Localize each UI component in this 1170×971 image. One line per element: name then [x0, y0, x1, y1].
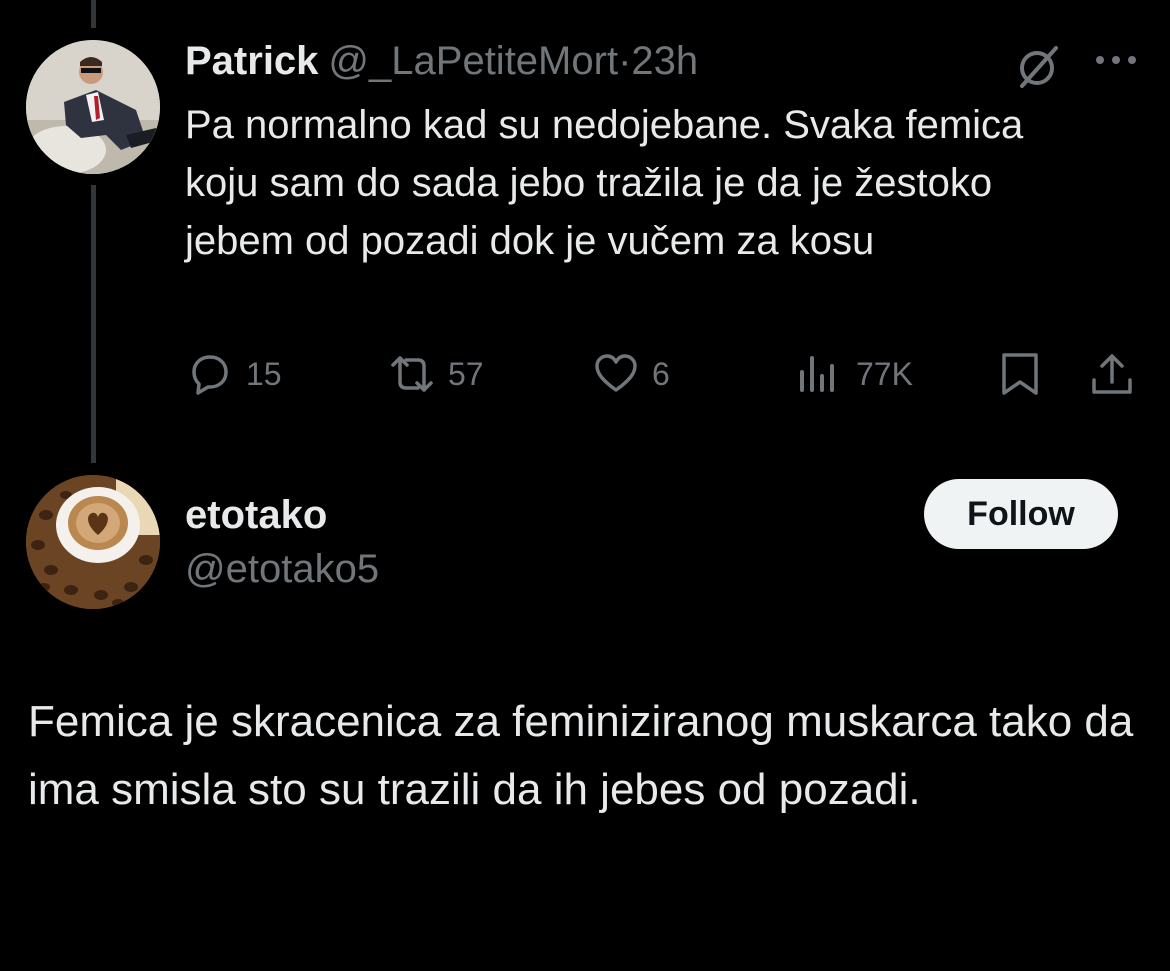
share-icon — [1092, 354, 1132, 394]
views-button[interactable]: 77K — [796, 346, 913, 402]
reply-author-handle[interactable]: @etotako5 — [185, 546, 379, 592]
views-icon — [800, 356, 834, 392]
view-count: 77K — [856, 355, 913, 392]
avatar[interactable] — [26, 40, 160, 174]
follow-button[interactable]: Follow — [924, 479, 1118, 549]
retweet-icon — [391, 356, 433, 392]
tweet-text: Pa normalno kad su nedojebane. Svaka fem… — [185, 103, 1024, 263]
bookmark-button[interactable] — [996, 346, 1044, 402]
heart-icon — [595, 354, 637, 392]
reply-icon — [192, 355, 228, 395]
author-handle[interactable]: @_LaPetiteMort — [328, 39, 618, 83]
reply-button[interactable]: 15 — [186, 346, 282, 402]
author-name[interactable]: Patrick — [185, 39, 318, 83]
reply-count: 15 — [246, 355, 282, 392]
thread-line — [91, 185, 96, 463]
tweet-actions: 15 57 6 77K — [0, 346, 1170, 402]
like-button[interactable]: 6 — [592, 346, 670, 402]
tweet-header: Patrick @_LaPetiteMort·23h — [185, 38, 698, 84]
thread-line-top — [91, 0, 96, 28]
retweet-count: 57 — [448, 355, 484, 392]
reply-text: Femica je skracenica za feminiziranog mu… — [28, 697, 1134, 814]
share-button[interactable] — [1088, 346, 1136, 402]
avatar[interactable] — [26, 475, 160, 609]
retweet-button[interactable]: 57 — [388, 346, 484, 402]
reply-author-name[interactable]: etotako — [185, 492, 327, 538]
separator-dot: · — [618, 39, 632, 83]
more-icon[interactable] — [1092, 48, 1140, 72]
like-count: 6 — [652, 355, 670, 392]
tweet-time[interactable]: 23h — [631, 39, 698, 83]
grok-icon[interactable] — [1012, 42, 1062, 92]
bookmark-icon — [1002, 353, 1038, 395]
